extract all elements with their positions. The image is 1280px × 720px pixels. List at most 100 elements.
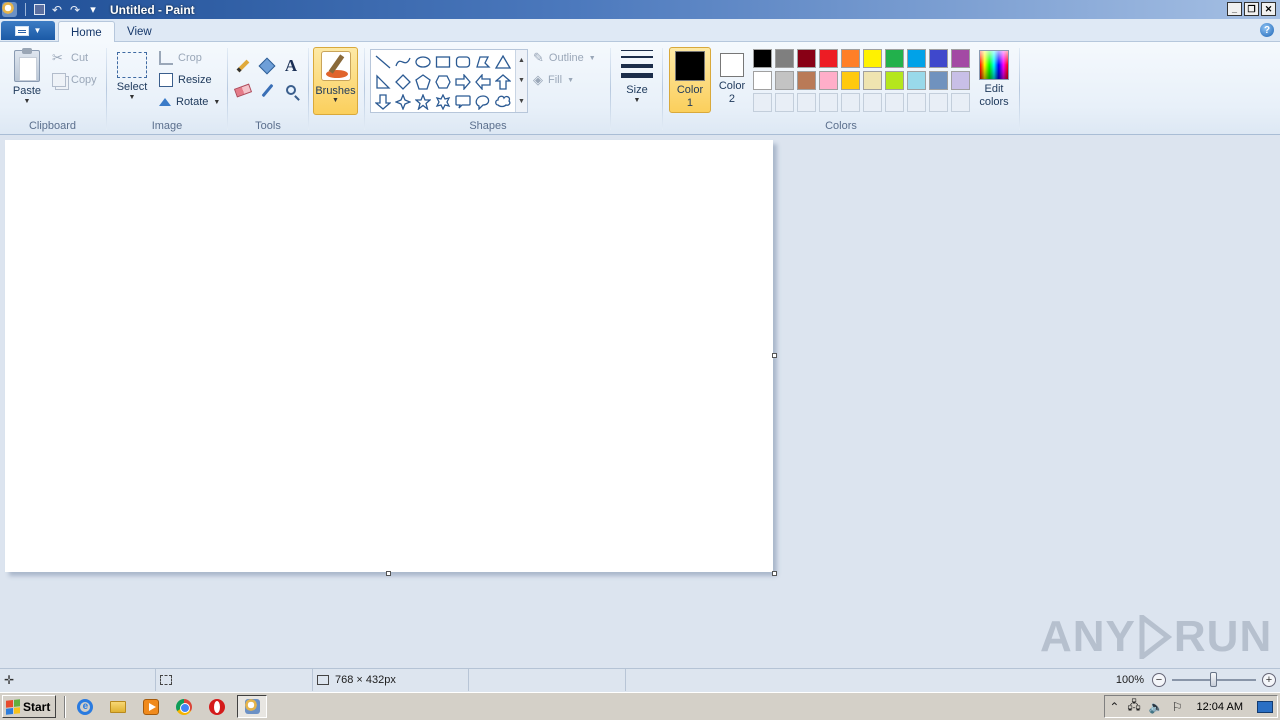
crop-button[interactable]: Crop [159,49,202,67]
paint-bucket-icon [258,57,276,75]
chrome-icon [176,698,193,715]
tools-grid: A [232,55,302,101]
eraser-icon [233,83,253,97]
resize-button[interactable]: Resize [159,71,212,89]
file-size-cell [469,669,626,691]
window-title: Untitled - Paint [110,2,195,17]
chevron-down-icon: ▼ [213,98,221,106]
select-button[interactable]: Select ▼ [115,52,149,101]
internet-explorer-launch[interactable]: e [74,696,96,718]
watermark-right: RUN [1173,612,1273,661]
clipboard-group: Paste ▼ ✂ Cut Copy Clipboard [0,42,105,134]
brushes-button[interactable]: Brushes ▼ [313,47,358,115]
file-menu-button[interactable]: ▼ [1,21,55,40]
cursor-position-cell: ✛ [0,669,156,691]
close-button[interactable]: ✕ [1261,2,1276,16]
zoom-level: 100% [1115,674,1144,686]
pencil-icon [236,59,250,73]
paste-label: Paste [12,85,42,97]
shapes-group: Shapes [366,42,610,134]
save-button[interactable] [30,2,48,17]
start-button[interactable]: Start [2,695,57,718]
clipboard-icon [14,48,40,82]
opera-icon [209,698,226,715]
tools-group-label: Tools [255,120,281,132]
zoom-slider-thumb[interactable] [1210,672,1217,687]
fill-tool[interactable] [256,55,278,77]
colors-group: Colors [663,42,1019,134]
image-group-label: Image [151,120,183,132]
customize-qat-button[interactable]: ▾ [84,2,102,17]
select-label: Select [116,81,148,93]
colors-group-label: Colors [825,120,857,132]
text-tool[interactable]: A [280,55,302,77]
move-cursor-icon: ✛ [4,673,15,687]
copy-label: Copy [71,74,97,86]
rotate-button[interactable]: Rotate ▼ [159,93,220,111]
status-bar: ✛ 768 × 432px 100% − + [0,668,1280,692]
show-hidden-icons-icon[interactable]: ⌃ [1109,700,1119,714]
paint-app-icon[interactable] [2,2,17,17]
paint-taskbar-button[interactable] [237,695,268,718]
color-picker-tool[interactable] [256,79,278,101]
cut-button[interactable]: ✂ Cut [52,49,88,67]
internet-explorer-icon: e [77,698,94,715]
undo-button[interactable]: ↶ [48,2,66,17]
tab-home[interactable]: Home [58,21,115,43]
redo-button[interactable]: ↷ [66,2,84,17]
chevron-down-icon: ▼ [33,26,42,35]
play-logo-icon [1138,611,1173,663]
rotate-label: Rotate [176,96,209,108]
resize-handle-corner[interactable] [772,571,777,576]
brush-icon [320,51,351,81]
file-explorer-launch[interactable] [107,696,129,718]
action-center-flag-icon[interactable]: ⚐ [1172,700,1183,714]
eraser-tool[interactable] [232,79,254,101]
chevron-down-icon: ▼ [332,97,339,104]
copy-button[interactable]: Copy [52,71,97,89]
network-icon[interactable]: 🖧 [1127,696,1140,717]
zoom-slider[interactable] [1172,672,1256,687]
volume-icon[interactable]: 🔈 [1149,700,1164,714]
zoom-out-button[interactable]: − [1152,673,1166,687]
qat-separator [25,3,26,16]
system-tray: ⌃ 🖧 🔈 ⚐ 12:04 AM [1104,695,1278,718]
windows-logo-icon [6,698,20,715]
clock[interactable]: 12:04 AM [1197,701,1243,713]
media-player-launch[interactable] [140,696,162,718]
eyedropper-icon [261,83,273,97]
minimize-button[interactable]: _ [1227,2,1242,16]
group-divider [308,48,309,130]
resize-label: Resize [178,74,212,86]
restore-button[interactable]: ❐ [1244,2,1259,16]
tab-view[interactable]: View [115,21,164,42]
opera-launch[interactable] [206,696,228,718]
media-player-icon [143,698,160,715]
start-label: Start [23,699,51,714]
show-desktop-icon[interactable] [1257,700,1273,713]
resize-handle-right[interactable] [772,353,777,358]
size-button[interactable]: Size ▼ [619,50,655,104]
help-icon[interactable]: ? [1260,23,1274,37]
folder-icon [110,700,127,713]
copy-icon [52,73,66,87]
zoom-controls: 100% − + [1116,669,1280,691]
pencil-tool[interactable] [232,55,254,77]
window-controls: _ ❐ ✕ [1227,2,1276,16]
ribbon: Paste ▼ ✂ Cut Copy Clipboard Select ▼ Cr… [0,42,1280,135]
paste-button[interactable]: Paste ▼ [8,48,46,105]
canvas-size-icon [317,675,329,685]
chevron-down-icon: ▼ [23,98,31,105]
magnifier-tool[interactable] [280,79,302,101]
crop-icon [159,51,173,65]
selection-size-cell [156,669,313,691]
cut-label: Cut [71,52,89,64]
drawing-canvas[interactable] [5,140,773,572]
group-divider [1019,48,1020,130]
chrome-launch[interactable] [173,696,195,718]
resize-handle-bottom[interactable] [386,571,391,576]
chevron-down-icon: ▼ [633,97,641,104]
image-group: Select ▼ Crop Resize Rotate ▼ Image [107,42,227,134]
zoom-in-button[interactable]: + [1262,673,1276,687]
shapes-group-label: Shapes [469,120,507,132]
